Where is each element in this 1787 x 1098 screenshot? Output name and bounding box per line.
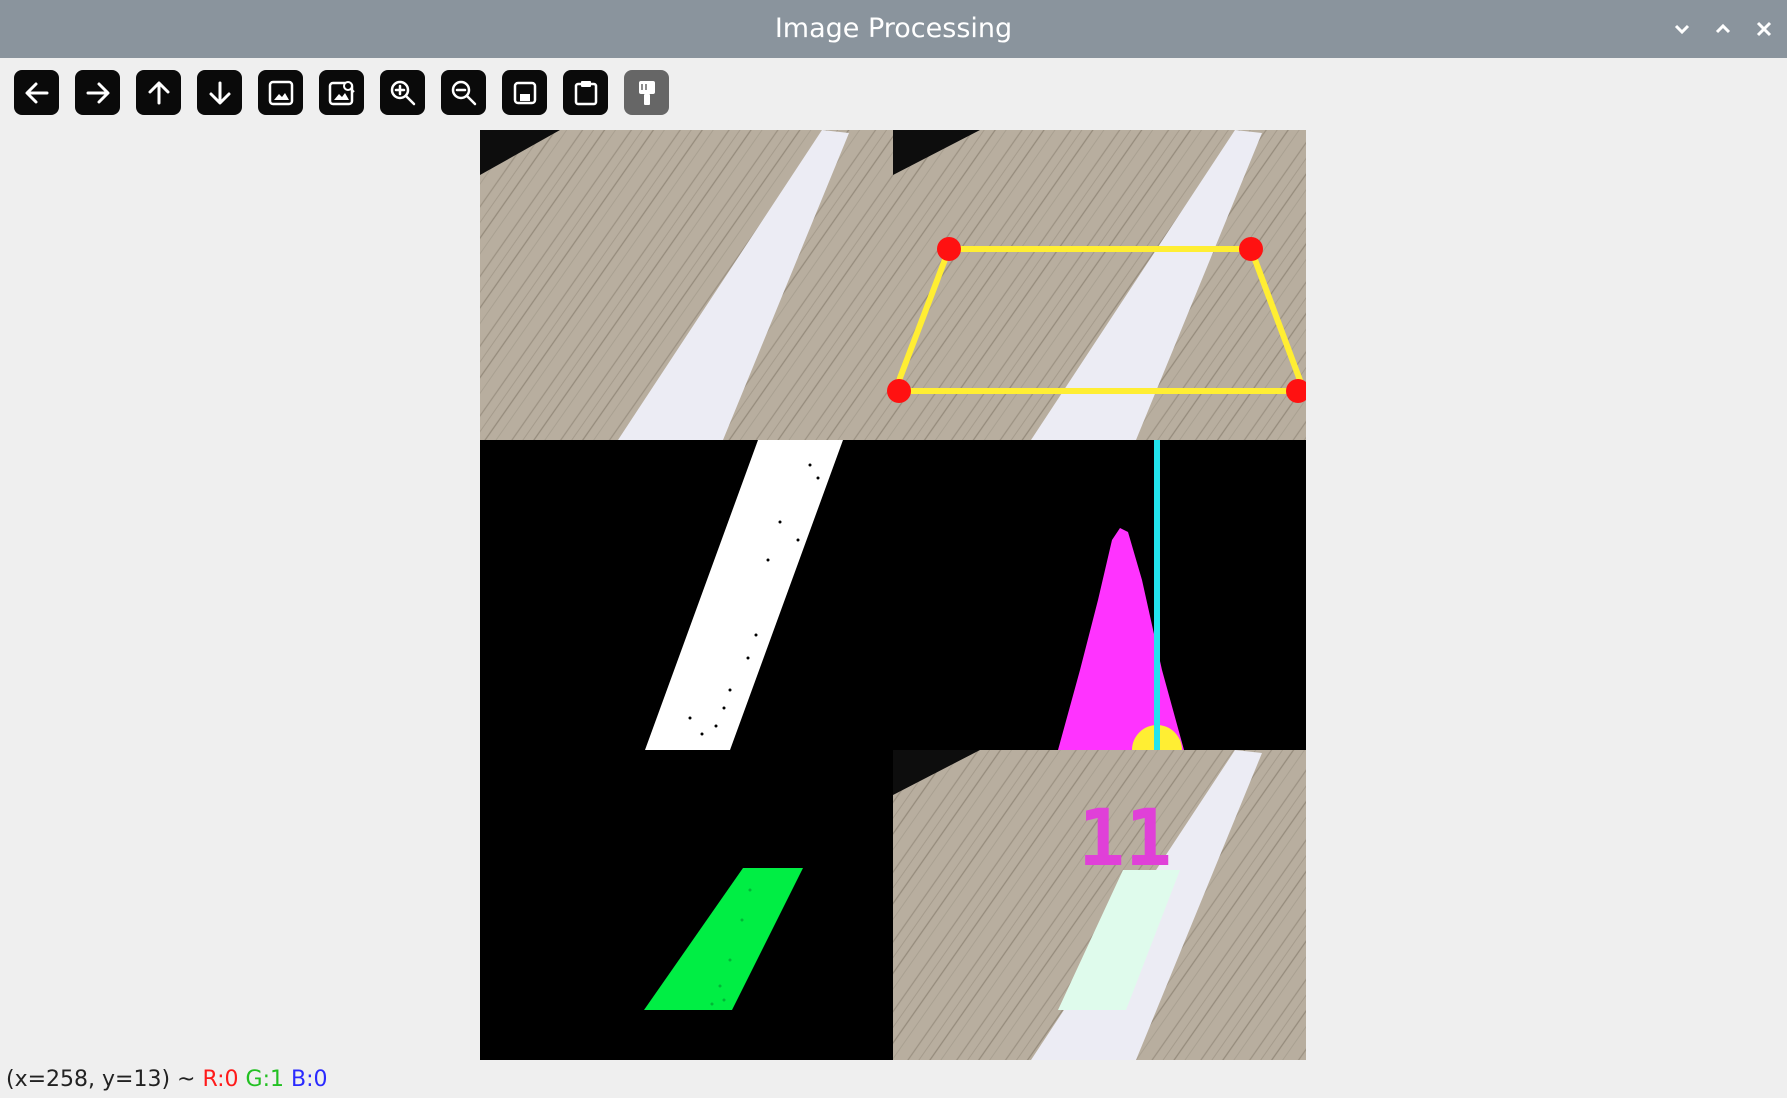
arrow-right-icon [86,82,109,103]
chevron-down-icon [1674,24,1690,35]
pan-left-button[interactable] [14,70,59,115]
clipboard-icon [574,80,597,105]
copy-clipboard-button[interactable] [563,70,608,115]
pan-down-button[interactable] [197,70,242,115]
panel-original [480,130,893,440]
panel-histogram [893,440,1306,750]
status-bar: (x=258, y=13) ~ R:0 G:1 B:0 [6,1064,328,1096]
window-title: Image Processing [774,13,1013,44]
save-icon [513,81,536,104]
zoom-in-icon [390,80,415,105]
pixel-blue-value: B:0 [290,1067,328,1092]
panel-threshold [480,440,893,750]
title-bar: Image Processing [0,0,1787,58]
pan-up-button[interactable] [136,70,181,115]
panel-result: 11 [893,750,1306,1060]
close-button[interactable] [1744,0,1784,58]
minimize-button[interactable] [1662,0,1702,58]
zoom-fit-button[interactable] [258,70,303,115]
toolbar [14,70,669,118]
roi-point[interactable] [887,379,911,403]
image-canvas[interactable]: 11 [480,130,1306,1060]
panel-perspective [887,130,1306,440]
close-icon [1756,21,1772,37]
arrow-up-icon [148,81,169,104]
chevron-up-icon [1715,23,1731,34]
offset-value: 11 [1078,794,1172,884]
pixel-green-value: G:1 [245,1067,284,1092]
roi-point[interactable] [937,237,961,261]
maximize-button[interactable] [1703,0,1743,58]
zoom-out-button[interactable] [441,70,486,115]
zoom-out-icon [451,80,476,105]
pixel-red-value: R:0 [202,1067,239,1092]
image-search-icon [328,80,355,105]
properties-button[interactable] [624,70,669,115]
image-icon [268,80,293,105]
arrow-left-icon [25,82,48,103]
zoom-original-button[interactable] [319,70,364,115]
panel-mask [480,750,893,1060]
save-button[interactable] [502,70,547,115]
arrow-down-icon [209,81,230,104]
cursor-coords: (x=258, y=13) ~ [6,1067,196,1092]
roi-point[interactable] [1239,237,1263,261]
paint-brush-icon [638,80,655,105]
pan-right-button[interactable] [75,70,120,115]
zoom-in-button[interactable] [380,70,425,115]
